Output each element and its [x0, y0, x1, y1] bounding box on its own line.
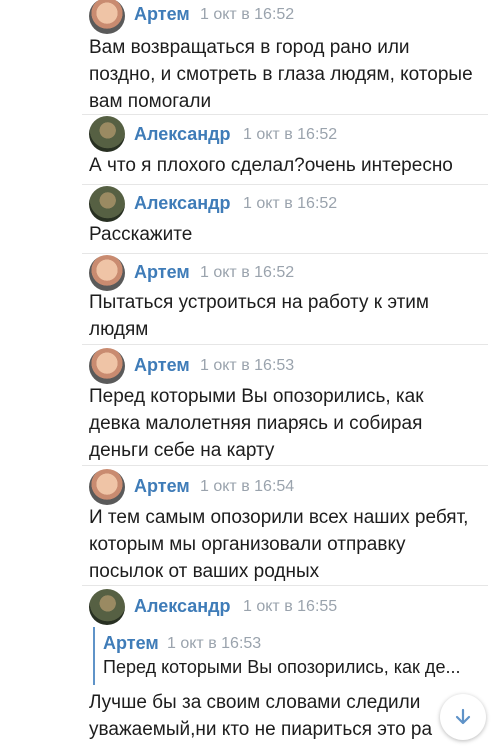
message-author[interactable]: Александр: [134, 596, 231, 617]
avatar[interactable]: [89, 255, 125, 291]
message-date: 1 окт в 16:55: [243, 598, 338, 615]
reply-quote[interactable]: Артем 1 окт в 16:53 Перед которыми Вы оп…: [93, 627, 487, 685]
message-text: Пытаться устроиться на работу к этим люд…: [89, 292, 429, 340]
message-author[interactable]: Артем: [134, 355, 190, 376]
message-author[interactable]: Артем: [134, 4, 190, 25]
message-author[interactable]: Александр: [134, 124, 231, 145]
message-divider: [82, 114, 488, 115]
message-divider: [82, 184, 488, 185]
message-divider: [82, 344, 488, 345]
quote-date: 1 окт в 16:53: [167, 635, 262, 652]
avatar[interactable]: [89, 469, 125, 505]
message-author[interactable]: Артем: [134, 476, 190, 497]
quote-author: Артем: [103, 633, 159, 653]
message-text: А что я плохого сделал?очень интересно: [89, 155, 453, 176]
message-divider: [82, 465, 488, 466]
message-divider: [82, 253, 488, 254]
avatar[interactable]: [89, 0, 125, 34]
arrow-down-icon: [455, 708, 471, 725]
avatar[interactable]: [89, 186, 125, 222]
avatar[interactable]: [89, 589, 125, 625]
message-date: 1 окт в 16:52: [200, 6, 295, 23]
message-date: 1 окт в 16:53: [200, 357, 295, 374]
scroll-down-button[interactable]: [440, 694, 486, 740]
message-feed: Артем 1 окт в 16:52 Вам возвращаться в г…: [0, 0, 502, 750]
message-text: Лучше бы за своим словами следили уважае…: [89, 692, 433, 740]
message-text: Расскажите: [89, 224, 193, 245]
message-date: 1 окт в 16:52: [243, 195, 338, 212]
message-text: Вам возвращаться в город рано или поздно…: [89, 37, 473, 112]
message-divider: [82, 585, 488, 586]
message-author[interactable]: Артем: [134, 262, 190, 283]
avatar[interactable]: [89, 116, 125, 152]
message-date: 1 окт в 16:52: [243, 126, 338, 143]
message-date: 1 окт в 16:54: [200, 478, 295, 495]
message-date: 1 окт в 16:52: [200, 264, 295, 281]
quote-text: Перед которыми Вы опозорились, как де...: [103, 657, 461, 677]
message-text: И тем самым опозорили всех наших ребят, …: [89, 507, 469, 582]
avatar[interactable]: [89, 348, 125, 384]
message-text: Перед которыми Вы опозорились, как девка…: [89, 386, 424, 461]
message-author[interactable]: Александр: [134, 193, 231, 214]
